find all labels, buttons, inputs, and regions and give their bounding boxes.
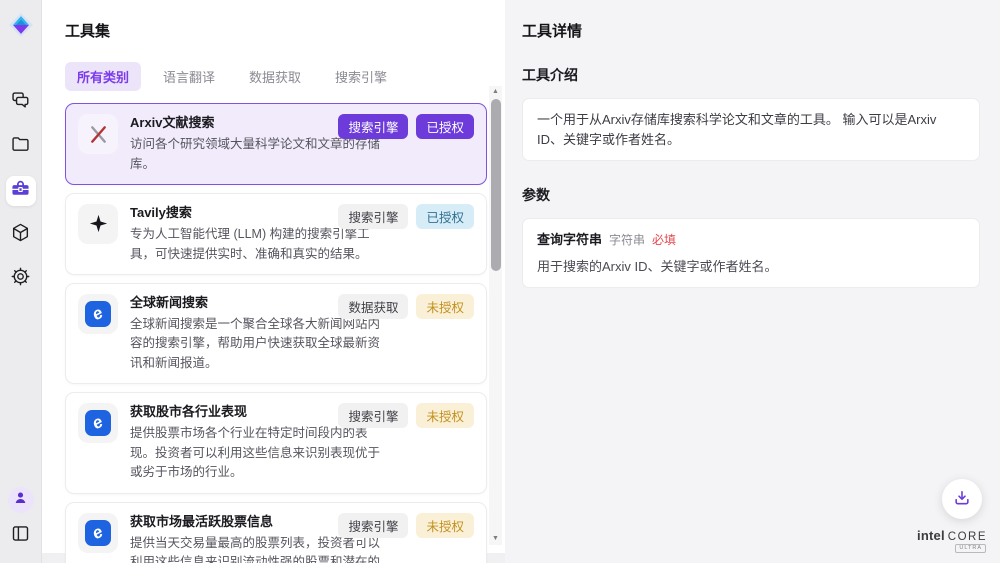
tool-description: 提供当天交易量最高的股票列表，投资者可以利用这些信息来识别流动性强的股票和潜在的…	[130, 534, 392, 563]
scrollbar-up-arrow[interactable]: ▲	[492, 86, 499, 98]
tool-card[interactable]: e 获取股市各行业表现 提供股票市场各个行业在特定时间段内的表现。投资者可以利用…	[65, 392, 487, 493]
tool-description: 专为人工智能代理 (LLM) 构建的搜索引擎工具，可快速提供实时、准确和真实的结…	[130, 225, 392, 264]
sidebar-item-panel-toggle[interactable]	[6, 521, 36, 551]
arxiv-icon	[78, 114, 118, 154]
param-name: 查询字符串	[537, 230, 602, 250]
toolset-panel: 工具集 所有类别语言翻译数据获取搜索引擎 Arxiv文献搜索 访问各个研究领域大…	[42, 0, 505, 553]
app-logo	[6, 10, 36, 40]
tool-detail-panel: 工具详情 工具介绍 一个用于从Arxiv存储库搜索科学论文和文章的工具。 输入可…	[505, 0, 1000, 563]
sidebar-item-cube[interactable]	[6, 220, 36, 250]
param-type: 字符串	[609, 231, 645, 249]
gear-icon	[10, 266, 31, 292]
category-tabs: 所有类别语言翻译数据获取搜索引擎	[65, 62, 505, 91]
category-badge: 搜索引擎	[338, 204, 408, 229]
intro-box: 一个用于从Arxiv存储库搜索科学论文和文章的工具。 输入可以是Arxiv ID…	[522, 98, 980, 161]
tab-all[interactable]: 所有类别	[65, 62, 141, 91]
brand-core-text: CORE	[948, 531, 987, 543]
tab-data[interactable]: 数据获取	[237, 62, 313, 91]
sidebar-item-folder[interactable]	[6, 132, 36, 162]
scrollbar-down-arrow[interactable]: ▼	[492, 533, 499, 545]
param-box: 查询字符串 字符串 必填 用于搜索的Arxiv ID、关键字或作者姓名。	[522, 218, 980, 288]
param-description: 用于搜索的Arxiv ID、关键字或作者姓名。	[537, 257, 965, 277]
params-heading: 参数	[522, 185, 980, 205]
tool-description: 全球新闻搜索是一个聚合全球各大新闻网站内容的搜索引擎，帮助用户快速获取全球最新资…	[130, 315, 392, 373]
auth-status-badge: 已授权	[416, 204, 474, 229]
panel-toggle-icon	[10, 523, 31, 549]
sidebar-nav	[6, 88, 36, 294]
tool-list-scrollbar[interactable]: ▲ ▼	[489, 86, 502, 545]
intro-heading: 工具介绍	[522, 65, 980, 85]
category-badge: 数据获取	[338, 294, 408, 319]
sidebar-item-settings[interactable]	[6, 264, 36, 294]
tool-card[interactable]: Arxiv文献搜索 访问各个研究领域大量科学论文和文章的存储库。 搜索引擎 已授…	[65, 103, 487, 185]
auth-status-badge: 未授权	[416, 294, 474, 319]
toolbox-icon	[10, 178, 31, 204]
auth-status-badge: 未授权	[416, 403, 474, 428]
sidebar	[0, 0, 42, 563]
tab-search[interactable]: 搜索引擎	[323, 62, 399, 91]
intel-core-logo: intel CORE ultra	[923, 528, 987, 553]
category-badge: 搜索引擎	[338, 114, 408, 139]
user-icon	[12, 489, 29, 511]
sidebar-item-user[interactable]	[8, 487, 34, 513]
folder-icon	[10, 134, 31, 160]
cube-icon	[10, 222, 31, 248]
sidebar-item-chat[interactable]	[6, 88, 36, 118]
category-badge: 搜索引擎	[338, 513, 408, 538]
juhe-icon: e	[78, 403, 118, 443]
brand-intel-text: intel	[917, 528, 945, 543]
brand-ultra-badge: ultra	[955, 544, 986, 553]
sidebar-bottom	[6, 487, 36, 551]
tavily-star-icon	[78, 204, 118, 244]
scrollbar-thumb[interactable]	[491, 99, 501, 271]
tool-card[interactable]: Tavily搜索 专为人工智能代理 (LLM) 构建的搜索引擎工具，可快速提供实…	[65, 193, 487, 275]
download-icon	[952, 488, 972, 511]
tool-description: 提供股票市场各个行业在特定时间段内的表现。投资者可以利用这些信息来识别表现优于或…	[130, 424, 392, 482]
detail-title: 工具详情	[522, 20, 980, 41]
toolset-title: 工具集	[65, 20, 505, 41]
tool-list: Arxiv文献搜索 访问各个研究领域大量科学论文和文章的存储库。 搜索引擎 已授…	[65, 103, 487, 563]
auth-status-badge: 未授权	[416, 513, 474, 538]
tool-description: 访问各个研究领域大量科学论文和文章的存储库。	[130, 135, 392, 174]
tab-translate[interactable]: 语言翻译	[151, 62, 227, 91]
category-badge: 搜索引擎	[338, 403, 408, 428]
tool-card[interactable]: e 获取市场最活跃股票信息 提供当天交易量最高的股票列表，投资者可以利用这些信息…	[65, 502, 487, 563]
download-button[interactable]	[942, 479, 982, 519]
intro-text: 一个用于从Arxiv存储库搜索科学论文和文章的工具。 输入可以是Arxiv ID…	[537, 112, 936, 147]
param-required-badge: 必填	[652, 231, 676, 249]
sidebar-item-toolbox[interactable]	[6, 176, 36, 206]
tool-card[interactable]: e 全球新闻搜索 全球新闻搜索是一个聚合全球各大新闻网站内容的搜索引擎，帮助用户…	[65, 283, 487, 384]
juhe-icon: e	[78, 294, 118, 334]
auth-status-badge: 已授权	[416, 114, 474, 139]
chat-icon	[10, 90, 31, 116]
juhe-icon: e	[78, 513, 118, 553]
